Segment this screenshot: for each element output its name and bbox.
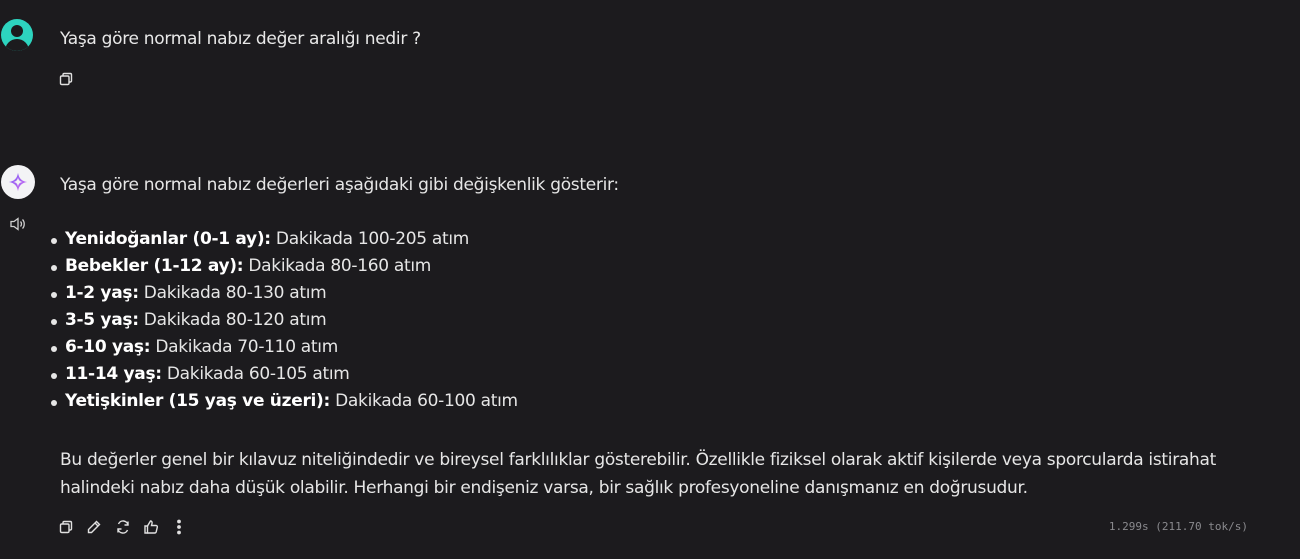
assistant-intro: Yaşa göre normal nabız değerleri aşağıda… — [60, 175, 619, 195]
edit-icon — [87, 520, 101, 534]
copy-icon — [59, 72, 73, 86]
edit-button[interactable] — [84, 517, 104, 537]
list-item: Bebekler (1-12 ay): Dakikada 80-160 atım — [51, 253, 1260, 280]
list-item: 1-2 yaş: Dakikada 80-130 atım — [51, 280, 1260, 307]
speaker-icon — [10, 217, 25, 231]
list-item: 6-10 yaş: Dakikada 70-110 atım — [51, 334, 1260, 361]
assistant-closing: Bu değerler genel bir kılavuz niteliğind… — [60, 450, 1216, 498]
read-aloud-button[interactable] — [9, 216, 27, 232]
assistant-message: Yaşa göre normal nabız değerleri aşağıda… — [51, 173, 1260, 502]
user-avatar — [1, 19, 33, 51]
list-item: Yetişkinler (15 yaş ve üzeri): Dakikada … — [51, 388, 1260, 415]
user-message-text: Yaşa göre normal nabız değer aralığı ned… — [60, 29, 421, 49]
generation-stats: 1.299s (211.70 tok/s) — [1108, 520, 1248, 533]
list-item: 11-14 yaş: Dakikada 60-105 atım — [51, 361, 1260, 388]
sparkle-icon — [8, 172, 28, 192]
refresh-icon — [117, 520, 129, 534]
copy-icon — [59, 520, 73, 534]
thumbs-up-icon — [144, 520, 159, 534]
chat-page: Yaşa göre normal nabız değer aralığı ned… — [0, 0, 1300, 559]
heart-rate-list: Yenidoğanlar (0-1 ay): Dakikada 100-205 … — [51, 226, 1260, 415]
user-icon-body — [5, 39, 29, 51]
list-item: Yenidoğanlar (0-1 ay): Dakikada 100-205 … — [51, 226, 1260, 253]
copy-button[interactable] — [56, 517, 76, 537]
regenerate-button[interactable] — [113, 517, 133, 537]
more-options-button[interactable] — [169, 517, 189, 537]
copy-user-message-button[interactable] — [56, 69, 76, 89]
more-vertical-icon — [177, 519, 181, 535]
like-button[interactable] — [141, 517, 161, 537]
list-item: 3-5 yaş: Dakikada 80-120 atım — [51, 307, 1260, 334]
user-icon-head — [11, 25, 23, 37]
assistant-avatar — [1, 165, 35, 199]
